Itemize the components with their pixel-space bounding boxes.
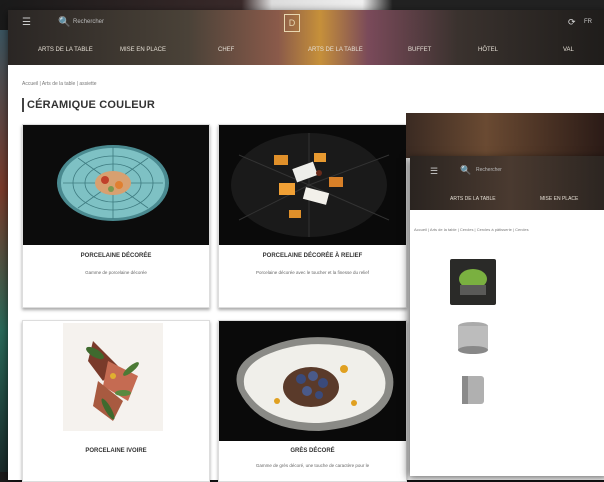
page-title: CÉRAMIQUE COULEUR	[22, 98, 155, 112]
product-card[interactable]: PORCELAINE IVOIRE	[22, 320, 210, 482]
product-thumbnail[interactable]	[450, 368, 496, 414]
product-description: Gamme de grès décoré, une touche de cara…	[255, 463, 370, 468]
search-icon[interactable]: 🔍	[460, 165, 471, 176]
background-window-peek	[406, 113, 604, 158]
menu-icon[interactable]: ☰	[22, 18, 32, 28]
product-name[interactable]: PORCELAINE DÉCORÉE	[23, 253, 209, 259]
breadcrumb[interactable]: Accueil | Arts de la table | assiette	[22, 81, 97, 87]
secondary-header: ☰ 🔍 Rechercher ARTS DE LA TABLE MISE EN …	[410, 156, 604, 210]
product-name[interactable]: PORCELAINE DÉCORÉE À RELIEF	[219, 253, 406, 259]
nav-item-2[interactable]: CHEF	[218, 47, 234, 53]
secondary-window: ☰ 🔍 Rechercher ARTS DE LA TABLE MISE EN …	[410, 156, 604, 476]
nav-item-6[interactable]: VAL	[563, 47, 574, 53]
product-description: Gamme de porcelaine décorée	[85, 270, 147, 275]
product-name[interactable]: PORCELAINE IVOIRE	[23, 448, 209, 454]
logo[interactable]: D	[284, 14, 300, 32]
nav-item-5[interactable]: HÔTEL	[478, 47, 498, 53]
product-card[interactable]: GRÈS DÉCORÉ Gamme de grès décoré, une to…	[218, 320, 407, 482]
product-image	[23, 125, 209, 245]
breadcrumb[interactable]: Accueil | Arts de la table | Cercles | C…	[414, 227, 529, 232]
product-image	[219, 125, 406, 245]
header-banner: ☰ 🔍 Rechercher D ⟳ FR ARTS DE LA TABLE M…	[8, 10, 604, 65]
search-label[interactable]: Rechercher	[476, 167, 502, 173]
nav-item-0[interactable]: ARTS DE LA TABLE	[38, 47, 93, 53]
product-image	[23, 321, 209, 441]
search-label[interactable]: Rechercher	[73, 19, 104, 25]
product-name[interactable]: GRÈS DÉCORÉ	[219, 448, 406, 454]
nav-item-3[interactable]: ARTS DE LA TABLE	[308, 47, 363, 53]
product-image	[219, 321, 406, 441]
nav-item-1[interactable]: MISE EN PLACE	[120, 47, 166, 53]
product-thumbnail[interactable]	[450, 316, 496, 362]
search-icon[interactable]: 🔍	[58, 17, 70, 28]
product-card[interactable]: PORCELAINE DÉCORÉE À RELIEF Porcelaine d…	[218, 124, 407, 308]
nav-item-1[interactable]: MISE EN PLACE	[540, 196, 578, 202]
account-icon[interactable]: ⟳	[568, 17, 576, 28]
nav-item-0[interactable]: ARTS DE LA TABLE	[450, 196, 496, 202]
product-description: Porcelaine décorée avec le toucher et la…	[255, 270, 370, 275]
menu-icon[interactable]: ☰	[430, 166, 438, 177]
language-label[interactable]: FR	[584, 19, 592, 25]
product-thumbnail[interactable]	[450, 259, 496, 305]
product-card[interactable]: PORCELAINE DÉCORÉE Gamme de porcelaine d…	[22, 124, 210, 308]
nav-item-4[interactable]: BUFFET	[408, 47, 431, 53]
